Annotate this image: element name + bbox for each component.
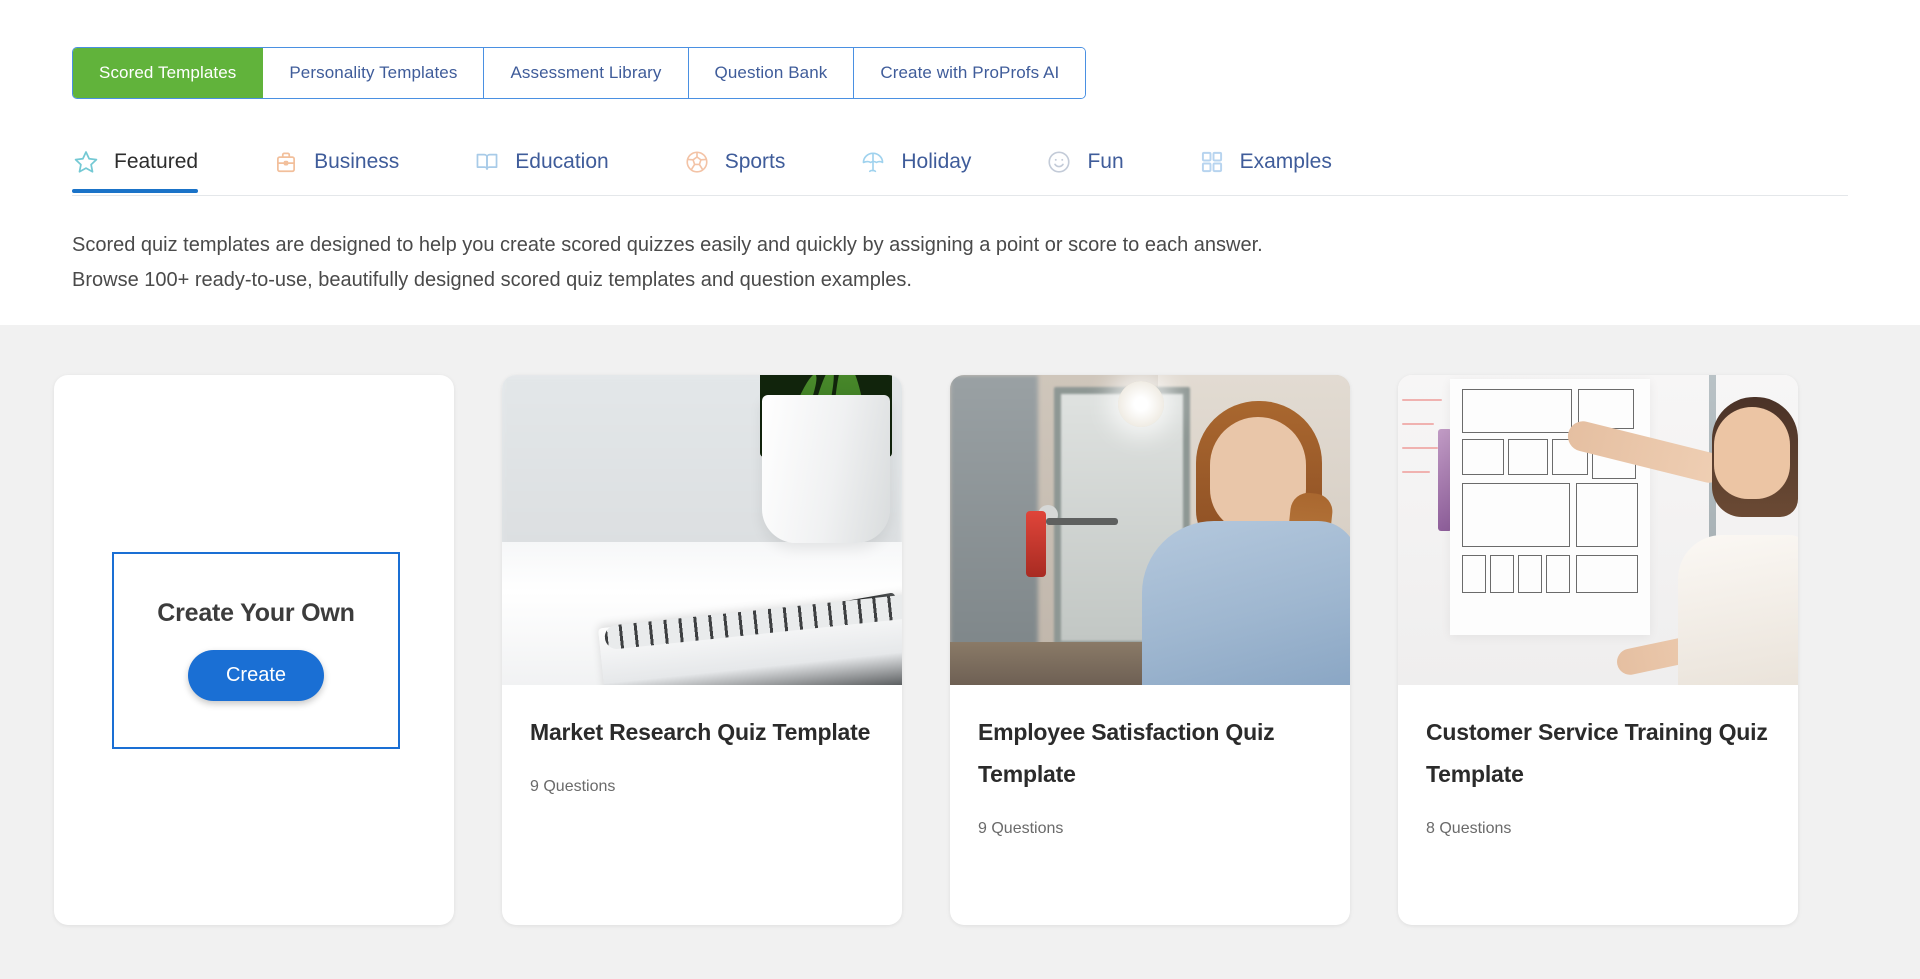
template-card[interactable]: Market Research Quiz Template 9 Question… (502, 375, 902, 925)
description-line-1: Scored quiz templates are designed to he… (72, 234, 1263, 256)
tab-question-bank[interactable]: Question Bank (688, 48, 855, 98)
beach-umbrella-icon (859, 148, 887, 176)
category-featured[interactable]: Featured (72, 134, 199, 193)
category-nav: Featured Business Education Sports Holid… (72, 134, 1848, 196)
category-label: Holiday (901, 150, 972, 173)
category-examples[interactable]: Examples (1198, 134, 1332, 192)
template-thumbnail (950, 375, 1350, 685)
template-card-body: Market Research Quiz Template 9 Question… (502, 685, 902, 796)
header-section: Scored Templates Personality Templates A… (0, 0, 1920, 325)
template-title: Customer Service Training Quiz Template (1426, 719, 1768, 787)
section-description: Scored quiz templates are designed to he… (72, 228, 1472, 298)
soccer-ball-icon (683, 148, 711, 176)
template-question-count: 9 Questions (978, 820, 1064, 837)
tab-scored-templates[interactable]: Scored Templates (73, 48, 264, 98)
category-label: Business (314, 150, 400, 173)
category-label: Education (515, 150, 609, 173)
category-fun[interactable]: Fun (1045, 134, 1124, 192)
create-box: Create Your Own Create (112, 551, 400, 749)
category-holiday[interactable]: Holiday (859, 134, 971, 192)
template-card-body: Customer Service Training Quiz Template … (1398, 685, 1798, 838)
star-icon (72, 148, 100, 176)
category-education[interactable]: Education (473, 134, 609, 192)
category-business[interactable]: Business (272, 134, 399, 192)
create-button[interactable]: Create (187, 650, 325, 701)
template-carousel: Create Your Own Create Market Research Q… (54, 375, 1798, 925)
tab-personality-templates[interactable]: Personality Templates (263, 48, 485, 98)
template-card[interactable]: Customer Service Training Quiz Template … (1398, 375, 1798, 925)
page-root: Scored Templates Personality Templates A… (0, 0, 1920, 979)
category-label: Fun (1087, 150, 1124, 173)
create-your-own-card[interactable]: Create Your Own Create (54, 375, 454, 925)
category-sports[interactable]: Sports (683, 134, 786, 192)
grid-icon (1198, 148, 1226, 176)
tab-assessment-library[interactable]: Assessment Library (484, 48, 689, 98)
template-card[interactable]: Employee Satisfaction Quiz Template 9 Qu… (950, 375, 1350, 925)
template-title: Employee Satisfaction Quiz Template (978, 719, 1275, 787)
template-thumbnail (1398, 375, 1798, 685)
template-question-count: 9 Questions (530, 778, 616, 795)
templates-section: Create Your Own Create Market Research Q… (0, 325, 1920, 979)
template-card-body: Employee Satisfaction Quiz Template 9 Qu… (950, 685, 1350, 838)
category-label: Examples (1239, 150, 1332, 173)
template-thumbnail (502, 375, 902, 685)
briefcase-icon (272, 148, 300, 176)
tab-create-with-proprofs-ai[interactable]: Create with ProProfs AI (854, 48, 1086, 98)
template-question-count: 8 Questions (1426, 820, 1512, 837)
book-icon (473, 148, 501, 176)
template-type-tabs[interactable]: Scored Templates Personality Templates A… (72, 47, 1087, 99)
description-line-2: Browse 100+ ready-to-use, beautifully de… (72, 269, 912, 291)
smiley-icon (1045, 148, 1073, 176)
category-label: Featured (114, 150, 199, 173)
category-label: Sports (724, 150, 786, 173)
template-title: Market Research Quiz Template (530, 719, 871, 745)
create-card-title: Create Your Own (157, 599, 355, 627)
